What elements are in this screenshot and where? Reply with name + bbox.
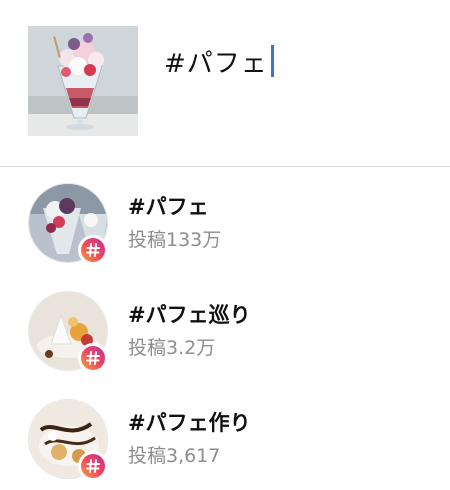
hashtag-avatar [28,291,108,373]
hashtag-avatar [28,183,108,265]
hashtag-icon [81,454,105,478]
hashtag-suggestion-item[interactable]: #パフェ作り 投稿3,617 [0,383,450,490]
hashtag-suggestion-item[interactable]: #パフェ巡り 投稿3.2万 [0,275,450,383]
hashtag-icon [81,238,105,262]
hashtag-avatar [28,399,108,481]
hashtag-badge [78,451,108,481]
hashtag-badge [78,343,108,373]
caption-input[interactable]: #パフェ [164,43,274,79]
hashtag-name: #パフェ作り [128,411,251,435]
hashtag-post-count: 投稿3,617 [128,445,221,467]
hashtag-icon [81,346,105,370]
caption-compose-area: #パフェ [0,0,450,166]
hashtag-suggestion-screen: #パフェ #パフェ 投稿133万 #パフェ巡り 投稿3.2万 #パフェ作り 投稿… [0,0,450,490]
hashtag-suggestion-item[interactable]: #パフェ 投稿133万 [0,167,450,275]
hashtag-post-count: 投稿3.2万 [128,337,216,359]
hashtag-name: #パフェ [128,195,209,219]
hashtag-name: #パフェ巡り [128,303,251,327]
post-thumbnail [28,26,138,136]
caption-text: #パフェ [164,48,268,79]
hashtag-badge [78,235,108,265]
text-caret [270,45,274,77]
hashtag-post-count: 投稿133万 [128,229,222,251]
